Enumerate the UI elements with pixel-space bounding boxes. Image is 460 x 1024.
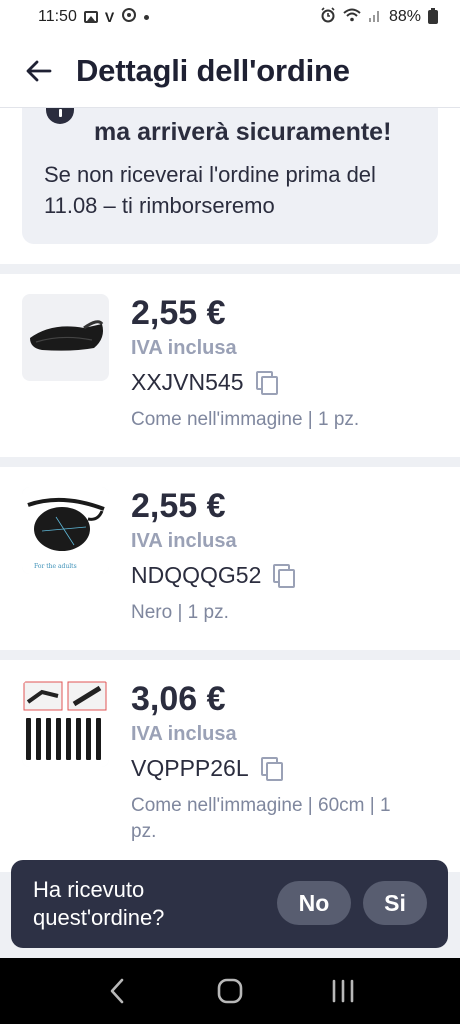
item-code-row: XXJVN545 [131,367,359,397]
item-price: 2,55 € [131,487,226,525]
vat-label: IVA inclusa [131,530,237,552]
item-code: XXJVN545 [131,369,244,395]
alarm-icon [320,6,336,28]
signal-icon [368,8,382,27]
nav-back-button[interactable] [97,971,137,1011]
info-icon [46,108,74,124]
back-button[interactable] [24,56,54,86]
product-image-caption: For the adults [34,563,77,570]
item-code: NDQQQG52 [131,562,262,588]
v-icon: V [104,9,115,25]
system-nav-bar [0,958,460,1024]
copy-icon[interactable] [255,371,278,395]
item-variant: Nero | 1 pz. [131,602,229,623]
delivery-notice-section: ma arriverà sicuramente! Se non ricevera… [0,108,460,264]
order-item[interactable]: For the adults 2,55 € IVA inclusa NDQQQG… [0,467,460,650]
product-image[interactable]: For the adults [22,487,109,574]
item-info: 3,06 € IVA inclusa VQPPP26L Come nell'im… [131,680,421,872]
gallery-icon [83,11,98,23]
item-info: 2,55 € IVA inclusa XXJVN545 Come nell'im… [131,294,359,457]
copy-icon[interactable] [260,757,283,781]
order-received-prompt: Ha ricevuto quest'ordine? No Si [11,860,448,948]
prompt-question: Ha ricevuto quest'ordine? [33,877,165,930]
product-image[interactable] [22,294,109,381]
chevron-left-icon [110,978,123,1004]
item-price: 3,06 € [131,680,226,718]
order-details-content[interactable]: ma arriverà sicuramente! Se non ricevera… [0,108,460,958]
item-info: 2,55 € IVA inclusa NDQQQG52 Nero | 1 pz. [131,487,296,650]
order-item[interactable]: 3,06 € IVA inclusa VQPPP26L Come nell'im… [0,660,460,872]
item-price: 2,55 € [131,294,226,332]
notice-headline: ma arriverà sicuramente! [94,118,392,146]
item-variant: Come nell'immagine | 60cm | 1 pz. [131,795,391,842]
dot-icon [144,14,150,20]
copy-icon[interactable] [273,564,296,588]
battery-icon [428,8,438,24]
arrow-left-icon [26,60,52,81]
delivery-notice: ma arriverà sicuramente! Se non ricevera… [22,108,438,244]
refresh-icon [121,7,137,28]
vat-label: IVA inclusa [131,723,237,745]
status-time: 11:50 [38,8,77,25]
item-code-row: VQPPP26L [131,753,421,783]
item-code-row: NDQQQG52 [131,560,296,590]
app-header: Dettagli dell'ordine [0,34,460,108]
nav-home-button[interactable] [210,971,250,1011]
no-button[interactable]: No [277,881,351,925]
home-icon [217,978,243,1004]
notice-text: Se non riceverai l'ordine prima del 11.0… [44,162,376,218]
nav-recents-button[interactable] [323,971,363,1011]
item-variant: Come nell'immagine | 1 pz. [131,409,360,430]
wifi-icon [343,8,361,27]
battery-level: 88% [388,8,421,25]
yes-button[interactable]: Si [363,881,427,925]
vat-label: IVA inclusa [131,337,237,359]
recents-icon [333,979,354,1003]
product-image[interactable] [22,680,109,767]
item-code: VQPPP26L [131,755,249,781]
order-item[interactable]: 2,55 € IVA inclusa XXJVN545 Come nell'im… [0,274,460,457]
status-bar: 11:50 V 88% [0,0,460,34]
page-title: Dettagli dell'ordine [76,52,350,88]
